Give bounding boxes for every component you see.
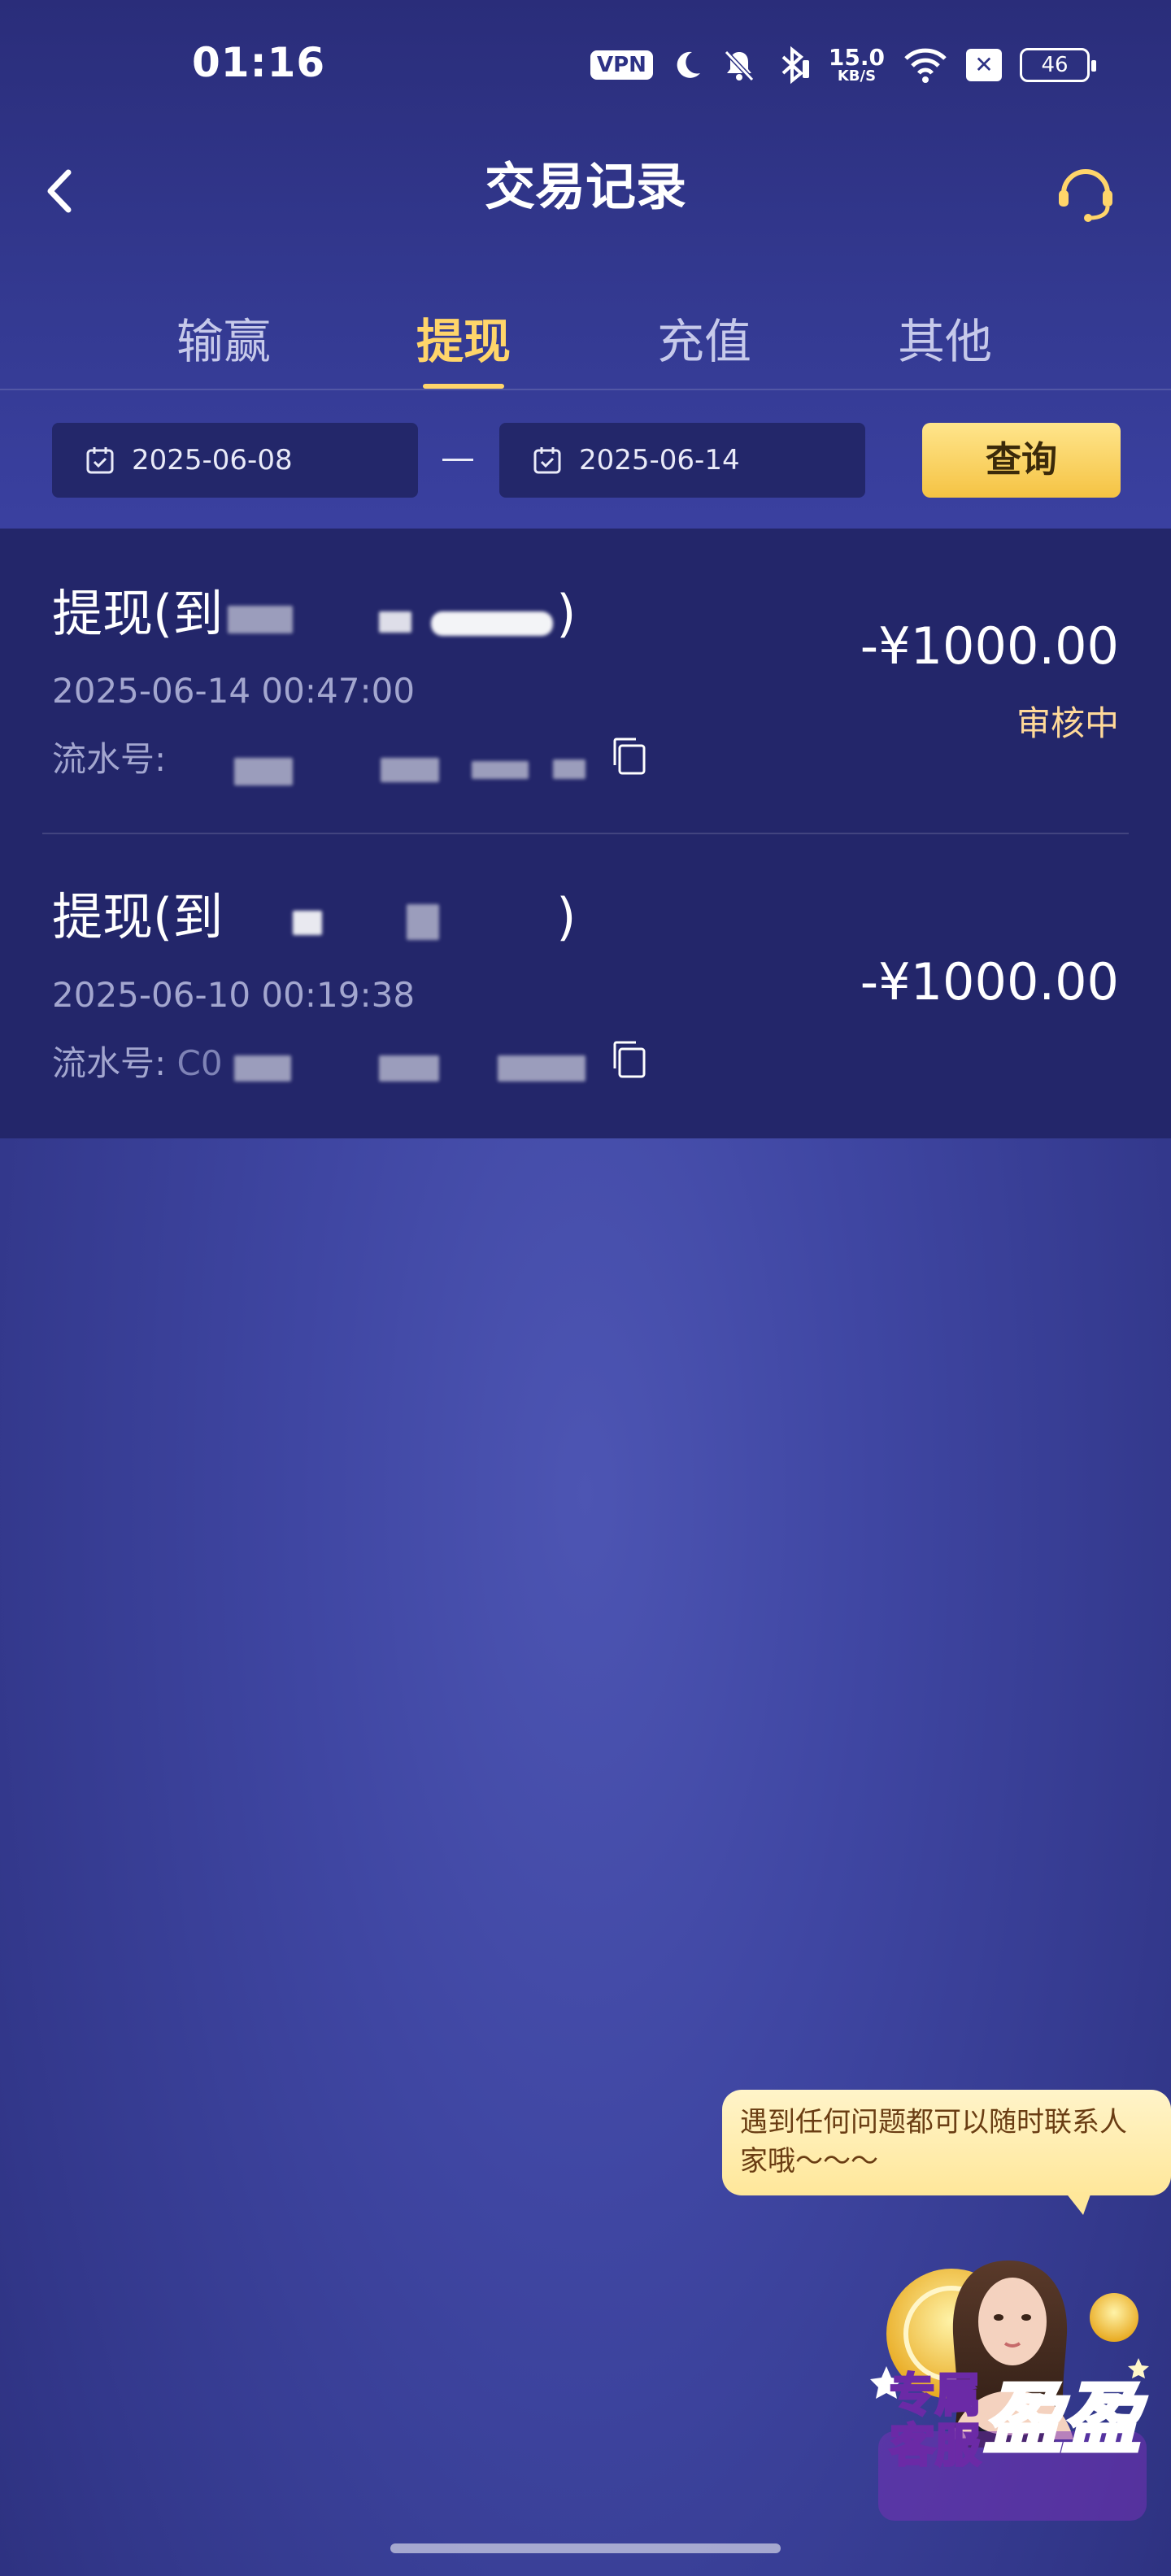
record-datetime: 2025-06-10 00:19:38 [52, 975, 416, 1015]
customer-service-widget[interactable]: 专属 客服 盈盈 [854, 2228, 1163, 2521]
tab-divider [0, 389, 1171, 390]
headset-icon [1059, 169, 1112, 222]
tab-other[interactable]: 其他 [864, 309, 1026, 374]
redaction-mask [472, 761, 529, 779]
redaction-mask [379, 1055, 439, 1081]
vpn-badge: VPN [590, 50, 653, 80]
redaction-mask [234, 1055, 291, 1081]
home-indicator[interactable] [390, 2543, 781, 2553]
list-divider [42, 833, 1129, 834]
record-title-prefix: 提现(到 [52, 584, 224, 643]
redaction-mask [234, 758, 293, 785]
record-status: 审核中 [1016, 703, 1119, 743]
service-badge-line1: 专属 [889, 2369, 982, 2422]
calendar-icon [86, 447, 114, 474]
end-date-value: 2025-06-14 [579, 444, 740, 476]
service-badge-name: 盈盈 [982, 2373, 1142, 2465]
service-bubble[interactable]: 遇到任何问题都可以随时联系人家哦～～～ [722, 2090, 1171, 2195]
redaction-mask [407, 904, 439, 940]
record-title-close: ) [556, 584, 577, 643]
tab-win-loss[interactable]: 输赢 [142, 309, 305, 374]
redaction-mask [431, 611, 553, 636]
status-time: 01:16 [192, 39, 326, 86]
x-box-icon: ✕ [966, 49, 1002, 81]
redaction-mask [379, 611, 411, 633]
record-amount: -¥1000.00 [860, 616, 1119, 676]
customer-support-button[interactable] [1049, 154, 1122, 228]
net-speed: 15.0 KB/S [829, 46, 885, 84]
record-datetime: 2025-06-14 00:47:00 [52, 671, 416, 711]
moon-icon [677, 51, 700, 78]
record-title-prefix: 提现(到 [52, 887, 224, 946]
battery-icon: 46 [1020, 48, 1096, 82]
record-serial-visible: C0 [176, 1043, 223, 1083]
service-bubble-tail [1065, 2192, 1091, 2215]
bluetooth-icon [781, 46, 809, 85]
copy-icon[interactable] [610, 1039, 647, 1080]
tab-bar: 输赢 提现 充值 其他 [0, 309, 1171, 390]
wifi-icon [904, 48, 947, 83]
record-serial-prefix: 流水号: [52, 1043, 167, 1083]
query-button[interactable]: 查询 [922, 423, 1121, 498]
redaction-mask [381, 758, 439, 782]
redaction-mask [293, 911, 322, 935]
end-date-field[interactable]: 2025-06-14 [499, 423, 865, 498]
date-separator [442, 459, 473, 461]
net-speed-value: 15.0 [828, 44, 885, 71]
tab-withdraw[interactable]: 提现 [382, 309, 545, 389]
tab-withdraw-label: 提现 [416, 314, 511, 369]
bell-off-icon [724, 50, 755, 82]
copy-icon[interactable] [610, 736, 647, 777]
status-icons: VPN 15.0 KB/S ✕ 46 [590, 41, 1096, 89]
calendar-icon [533, 447, 561, 474]
tab-recharge[interactable]: 充值 [623, 309, 786, 374]
redaction-mask [498, 1055, 586, 1081]
record-title-close: ) [556, 887, 577, 946]
service-badge-line2: 客服 [889, 2420, 982, 2473]
redaction-mask [553, 759, 586, 779]
net-speed-unit: KB/S [837, 67, 877, 85]
record-serial-label: 流水号: [52, 739, 167, 779]
status-bar: 01:16 VPN 15.0 KB/S ✕ 46 [0, 0, 1171, 130]
page-title: 交易记录 [484, 157, 686, 216]
start-date-field[interactable]: 2025-06-08 [52, 423, 418, 498]
record-amount: -¥1000.00 [860, 952, 1119, 1012]
start-date-value: 2025-06-08 [132, 444, 293, 476]
record-serial-label: 流水号: C0 [52, 1041, 223, 1086]
redaction-mask [228, 606, 293, 633]
